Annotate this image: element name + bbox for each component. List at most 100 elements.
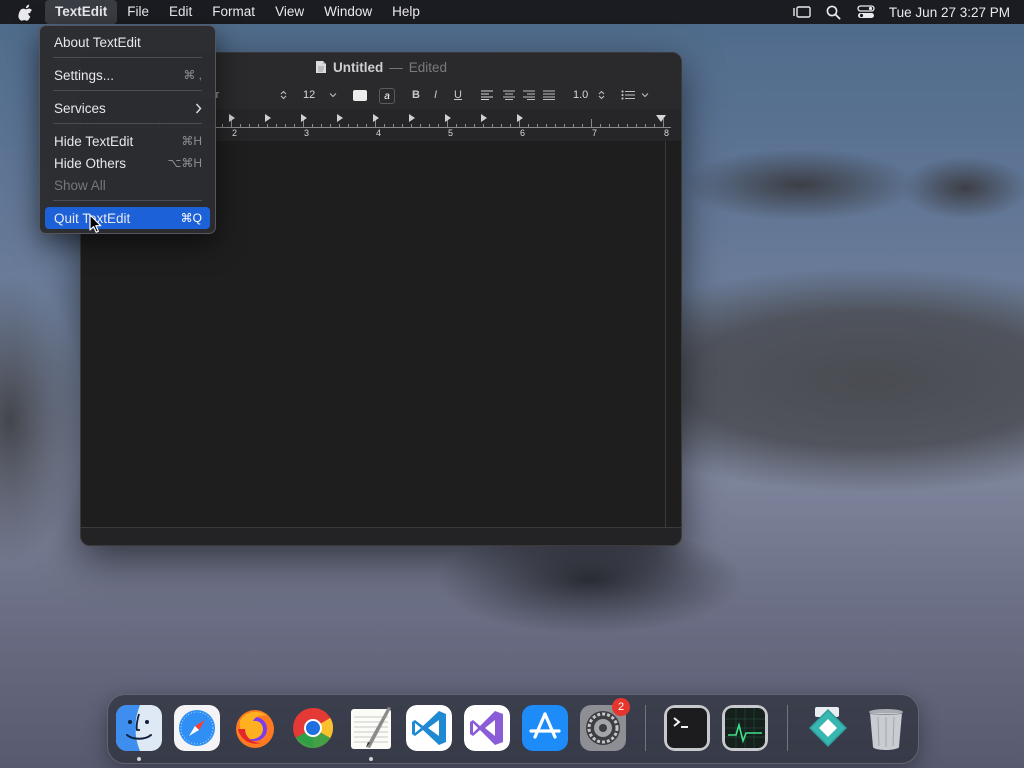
updown-chevron-icon xyxy=(598,90,605,100)
menu-separator xyxy=(53,90,202,91)
ruler-tick xyxy=(492,124,493,127)
highlight-glyph: a xyxy=(384,90,390,102)
ruler-tick xyxy=(456,124,457,127)
menu-item-shortcut: ⌥⌘H xyxy=(167,156,203,170)
menu-help[interactable]: Help xyxy=(382,0,430,24)
tab-stop-marker[interactable] xyxy=(373,114,379,122)
menu-item-quit-textedit[interactable]: Quit TextEdit ⌘Q xyxy=(45,207,210,229)
ruler-tick xyxy=(618,124,619,127)
tab-stop-marker[interactable] xyxy=(445,114,451,122)
terminal-icon[interactable] xyxy=(664,705,710,751)
horizontal-scroll-area[interactable] xyxy=(81,527,681,545)
tab-stop-marker[interactable] xyxy=(481,114,487,122)
ruler-tick xyxy=(276,124,277,127)
textedit-icon[interactable] xyxy=(348,705,394,751)
menu-item-show-all: Show All xyxy=(45,174,210,196)
font-size-value: 12 xyxy=(303,89,316,101)
menu-separator xyxy=(53,200,202,201)
chrome-icon[interactable] xyxy=(290,705,336,751)
menu-item-about[interactable]: About TextEdit xyxy=(45,31,210,53)
right-margin-marker[interactable] xyxy=(656,115,666,122)
align-center-icon[interactable] xyxy=(503,87,515,103)
ruler-tick xyxy=(267,124,268,127)
firefox-icon[interactable] xyxy=(232,705,278,751)
menu-item-services[interactable]: Services xyxy=(45,97,210,119)
control-center-icon[interactable] xyxy=(857,4,875,20)
activity-monitor-icon[interactable] xyxy=(722,705,768,751)
menu-window[interactable]: Window xyxy=(314,0,382,24)
downloads-stack-icon[interactable] xyxy=(805,705,851,751)
document-icon[interactable] xyxy=(315,60,327,74)
ruler-number: 5 xyxy=(448,128,454,138)
mouse-pointer-icon xyxy=(89,214,103,234)
ruler-tick xyxy=(384,124,385,127)
chevron-right-icon xyxy=(195,103,202,114)
ruler-tick xyxy=(555,124,556,127)
tab-stop-marker[interactable] xyxy=(517,114,523,122)
trash-icon[interactable] xyxy=(863,705,909,751)
apple-menu-icon[interactable] xyxy=(18,4,35,21)
ruler-number: 7 xyxy=(592,128,598,138)
menu-format[interactable]: Format xyxy=(202,0,265,24)
menu-item-label: Quit TextEdit xyxy=(54,210,131,226)
safari-icon[interactable] xyxy=(174,705,220,751)
menu-item-settings[interactable]: Settings... ⌘ , xyxy=(45,64,210,86)
font-size-combo[interactable]: 12 xyxy=(303,87,337,103)
list-style-popup[interactable] xyxy=(621,87,649,103)
align-right-icon[interactable] xyxy=(523,87,535,103)
align-justify-icon[interactable] xyxy=(543,87,555,103)
ruler-tick xyxy=(429,124,430,127)
line-spacing-popup[interactable]: 1.0 xyxy=(573,87,605,103)
menu-separator xyxy=(53,57,202,58)
stage-manager-icon[interactable] xyxy=(793,4,811,20)
vscode-icon[interactable] xyxy=(406,705,452,751)
menu-view[interactable]: View xyxy=(265,0,314,24)
dock: 2 xyxy=(107,694,919,764)
tab-stop-marker[interactable] xyxy=(229,114,235,122)
ruler-tick xyxy=(609,124,610,127)
ruler-tick xyxy=(357,124,358,127)
ruler-tick xyxy=(654,124,655,127)
menu-textedit[interactable]: TextEdit xyxy=(45,0,118,24)
ruler-tick xyxy=(321,124,322,127)
ruler-number: 2 xyxy=(232,128,238,138)
menu-file[interactable]: File xyxy=(117,0,159,24)
spotlight-search-icon[interactable] xyxy=(825,4,843,20)
italic-button[interactable]: I xyxy=(434,87,437,103)
tab-stop-marker[interactable] xyxy=(409,114,415,122)
tab-stop-marker[interactable] xyxy=(337,114,343,122)
menu-bar-clock[interactable]: Tue Jun 27 3:27 PM xyxy=(889,5,1010,20)
title-separator: — xyxy=(389,59,403,75)
underline-button[interactable]: U xyxy=(454,87,462,103)
text-color-well[interactable] xyxy=(353,90,367,101)
window-title: Untitled xyxy=(332,59,384,75)
visual-studio-icon[interactable] xyxy=(464,705,510,751)
menu-item-hide-others[interactable]: Hide Others ⌥⌘H xyxy=(45,152,210,174)
ruler-tick xyxy=(249,124,250,127)
tab-stop-marker[interactable] xyxy=(301,114,307,122)
updown-chevron-icon xyxy=(280,90,287,100)
menu-item-label: Hide TextEdit xyxy=(54,133,134,149)
menu-edit[interactable]: Edit xyxy=(159,0,202,24)
ruler-tick xyxy=(420,124,421,127)
ruler-tick xyxy=(348,124,349,127)
app-store-icon[interactable] xyxy=(522,705,568,751)
line-spacing-value: 1.0 xyxy=(573,89,589,101)
ruler-tick xyxy=(438,124,439,127)
finder-icon[interactable] xyxy=(116,705,162,751)
ruler-tick xyxy=(312,124,313,127)
chevron-down-icon xyxy=(329,93,337,98)
menu-item-label: Services xyxy=(54,100,106,116)
align-left-icon[interactable] xyxy=(481,87,493,103)
ruler-tick xyxy=(537,124,538,127)
highlight-color-button[interactable]: a xyxy=(379,88,395,104)
bold-button[interactable]: B xyxy=(412,87,420,103)
menu-item-label: Hide Others xyxy=(54,155,127,171)
ruler-tick xyxy=(546,124,547,127)
ruler-tick xyxy=(483,124,484,127)
tab-stop-marker[interactable] xyxy=(265,114,271,122)
ruler-tick xyxy=(474,124,475,127)
ruler-number: 8 xyxy=(664,128,670,138)
ruler-tick xyxy=(258,124,259,127)
menu-item-hide-textedit[interactable]: Hide TextEdit ⌘H xyxy=(45,130,210,152)
